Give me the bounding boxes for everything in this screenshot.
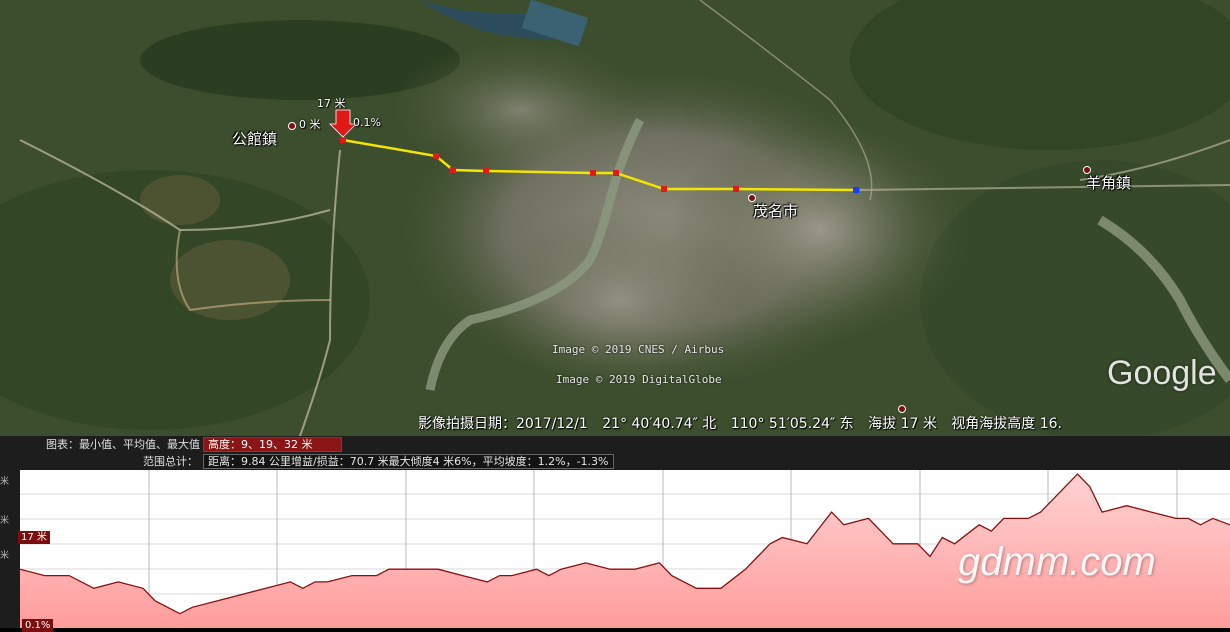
imagery-date: 影像拍摄日期：2017/12/1 [418,416,588,432]
site-watermark: gdmm.com [958,540,1156,584]
range-stats-value: 距离：9.84 公里增益/损益：70.7 米最大倾度4 米6%，平均坡度：1.2… [203,454,614,469]
place-label-yangjiao[interactable]: 羊角鎮 [1086,172,1131,193]
place-label-maoming[interactable]: 茂名市 [753,200,798,221]
axis-tick-label: 米 [0,477,10,487]
current-elevation-tag: 17 米 [18,531,50,544]
axis-tick-label: 米 [0,551,10,561]
axis-tick-label: 米 [0,516,10,526]
place-marker-dot[interactable] [288,122,296,130]
elevation-readout: 海拔 17 米 [868,416,937,432]
google-logo: Google [1107,354,1217,392]
slope-label: 0.1% [353,116,381,129]
slope-tag: 0.1% [22,619,54,632]
range-stats-label: 范围总计： [143,455,198,468]
chart-stats-label: 图表：最小值、平均值、最大值 [46,438,200,451]
longitude-readout: 110° 51′05.24″ 东 [730,416,854,432]
chart-stats-value: 高度：9、19、32 米 [203,437,342,452]
imagery-credit-digitalglobe: Image © 2019 DigitalGlobe [556,373,722,386]
map-status-bar: 影像拍摄日期：2017/12/1 21° 40′40.74″ 北 110° 51… [418,412,1230,436]
map-imagery [0,0,1230,436]
profile-header: 图表：最小值、平均值、最大值 高度：9、19、32 米 范围总计： 距离：9.8… [0,436,1230,470]
place-label-gongguan[interactable]: 公館鎮 [232,128,277,149]
eye-altitude-readout: 视角海拔高度 16. [951,416,1063,432]
satellite-map[interactable]: 公館鎮 茂名市 羊角鎮 17 米 0 米 0.1% Image © 2019 C… [0,0,1230,436]
route-endpoint [853,187,859,193]
elevation-profile-panel[interactable]: 图表：最小值、平均值、最大值 高度：9、19、32 米 范围总计： 距离：9.8… [0,436,1230,632]
elevation-marker-label: 17 米 [317,97,346,110]
start-distance-label: 0 米 [299,118,321,131]
imagery-credit-cnes: Image © 2019 CNES / Airbus [552,343,725,356]
latitude-readout: 21° 40′40.74″ 北 [602,416,717,432]
